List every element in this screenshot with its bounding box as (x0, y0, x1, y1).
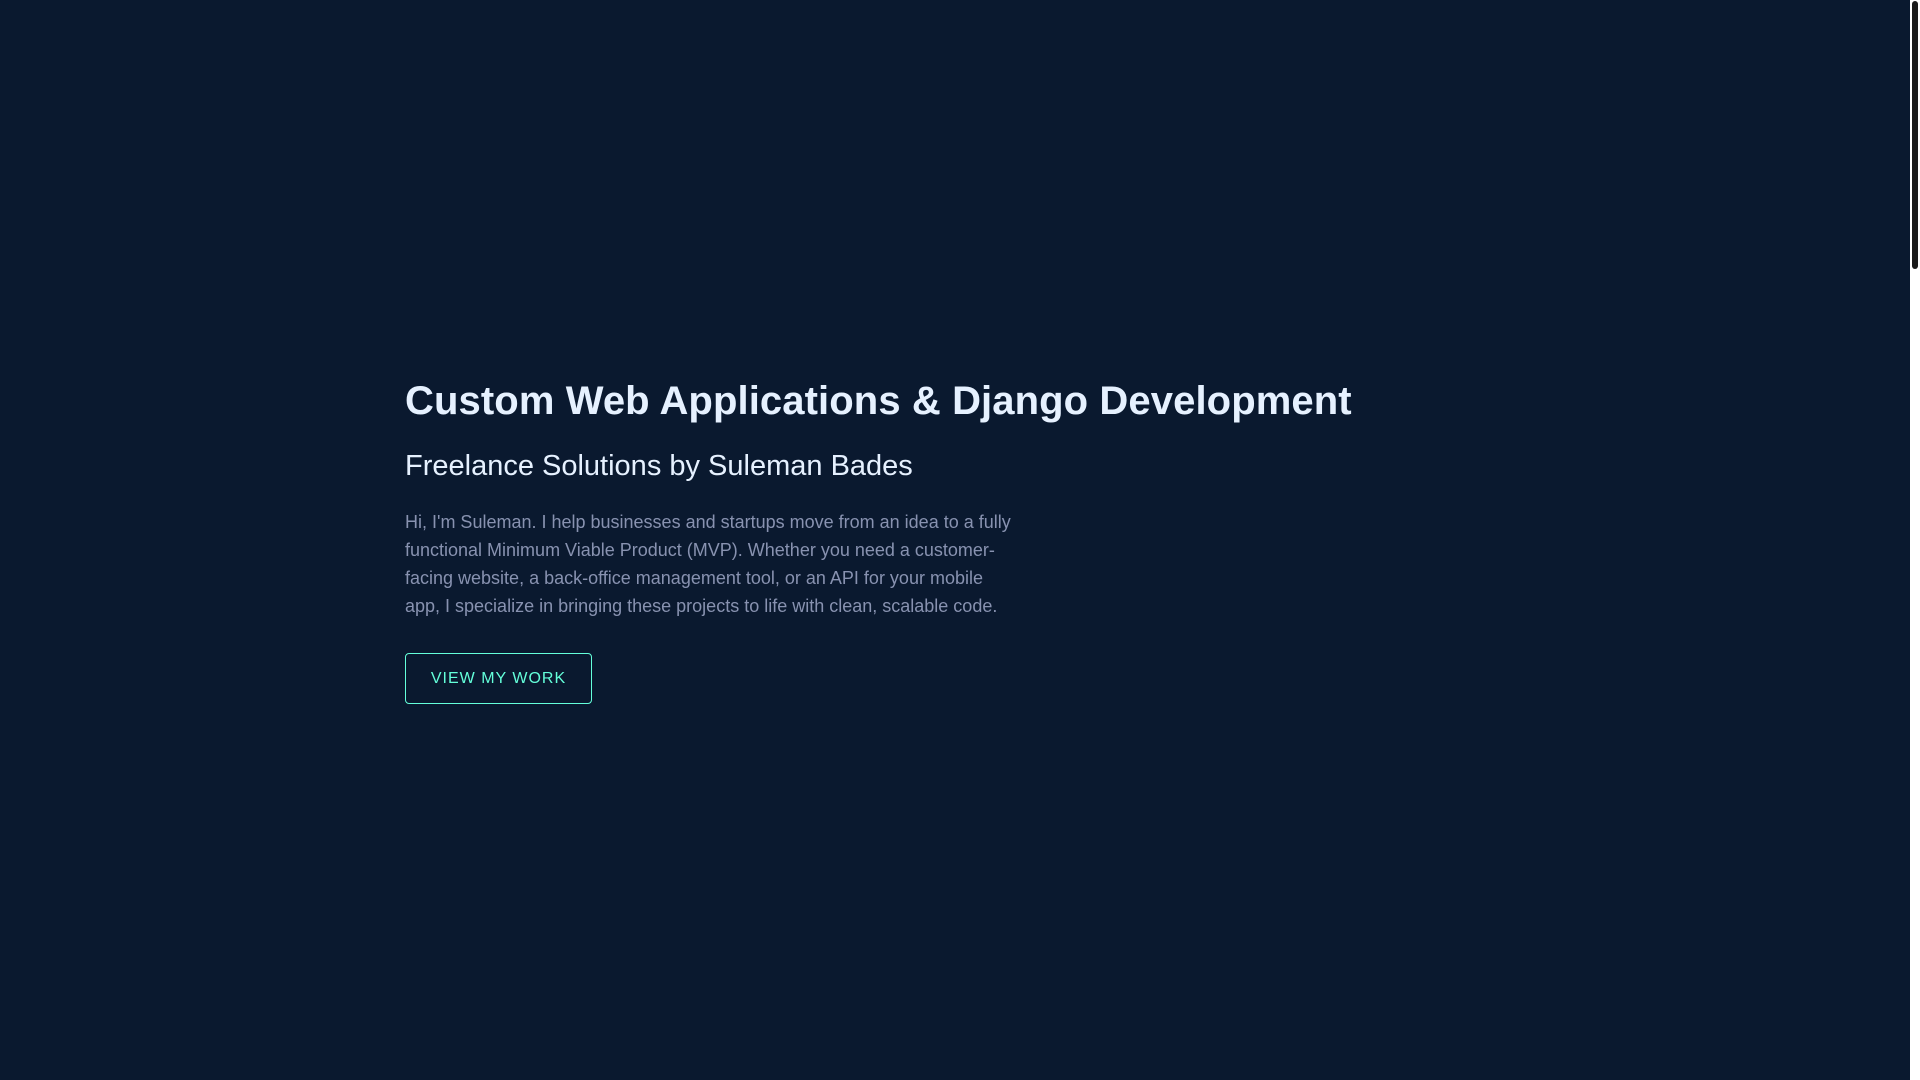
hero-subtitle: Freelance Solutions by Suleman Bades (405, 450, 913, 482)
vertical-scrollbar[interactable] (1910, 0, 1920, 1080)
scrollbar-thumb[interactable] (1912, 1, 1918, 269)
hero-description: Hi, I'm Suleman. I help businesses and s… (405, 512, 1011, 616)
hero-title: Custom Web Applications & Django Develop… (405, 379, 1352, 423)
page: Custom Web Applications & Django Develop… (0, 0, 1920, 1080)
view-my-work-button[interactable]: VIEW MY WORK (405, 653, 592, 704)
hero-section: Custom Web Applications & Django Develop… (405, 372, 1505, 704)
